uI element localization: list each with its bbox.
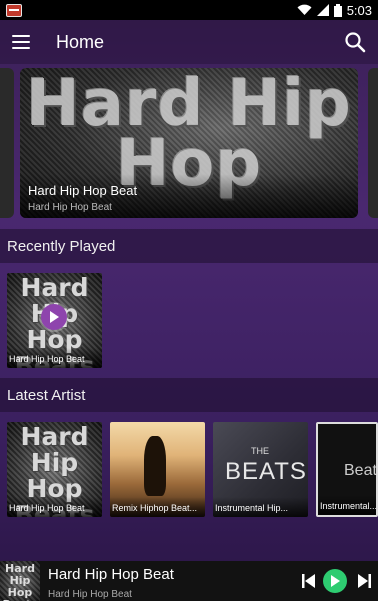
page-title: Home [56,31,105,52]
next-icon[interactable] [357,571,372,591]
player-track-title: Hard Hip Hop Beat [48,566,174,583]
player-artwork-text: Hard Hip Hop Beats [2,562,37,601]
album-artwork-text: Beat [344,462,377,479]
carousel-next-card[interactable] [368,68,378,218]
play-icon [50,311,59,323]
play-button[interactable] [41,304,67,330]
artist-item[interactable]: Beat Instrumental... [316,422,378,517]
latest-artist-header: Latest Artist [0,378,378,412]
banner-subtitle: Hard Hip Hop Beat [28,202,112,213]
battery-icon [333,3,342,17]
artist-item[interactable]: Hard Hip Hop Beats Hard Hip Hop Beat [7,422,102,517]
banner-title: Hard Hip Hop Beat [28,183,138,198]
artist-item[interactable]: Remix Hiphop Beat... [110,422,205,517]
player-track-subtitle: Hard Hip Hop Beat [48,589,132,600]
status-bar: 5:03 [0,0,378,20]
recently-played-header: Recently Played [0,229,378,263]
app-bar: Home [0,20,378,64]
menu-icon[interactable] [12,35,30,49]
wifi-icon [297,4,312,16]
play-button[interactable] [323,569,347,593]
album-artwork-small-text: THE [251,446,269,456]
recent-item[interactable]: Hard Hip Hop Beats Hard Hip Hop Beat [7,273,102,368]
item-label: Remix Hiphop Beat... [110,497,205,517]
artist-item[interactable]: THE BEATS Instrumental Hip... [213,422,308,517]
section-title: Latest Artist [7,386,86,404]
player-artwork: Hard Hip Hop Beats [0,561,40,601]
signal-icon [316,4,329,16]
item-label: Hard Hip Hop Beat [7,348,102,368]
status-time: 5:03 [346,2,372,18]
mini-player[interactable]: Hard Hip Hop Beats Hard Hip Hop Beat Har… [0,561,378,601]
item-label: Hard Hip Hop Beat [7,497,102,517]
silhouette-image [144,436,166,496]
item-label: Instrumental Hip... [213,497,308,517]
search-icon[interactable] [344,31,366,53]
item-label: Instrumental... [318,495,376,515]
notification-icon [6,3,22,17]
section-title: Recently Played [7,237,116,255]
play-icon [331,575,340,587]
previous-icon[interactable] [301,571,316,591]
album-artwork-text: BEATS [225,458,307,485]
carousel-previous-card[interactable] [0,68,14,218]
featured-banner[interactable]: Hard Hip Hop Hard Hip Hop Beat Hard Hip … [20,68,358,218]
